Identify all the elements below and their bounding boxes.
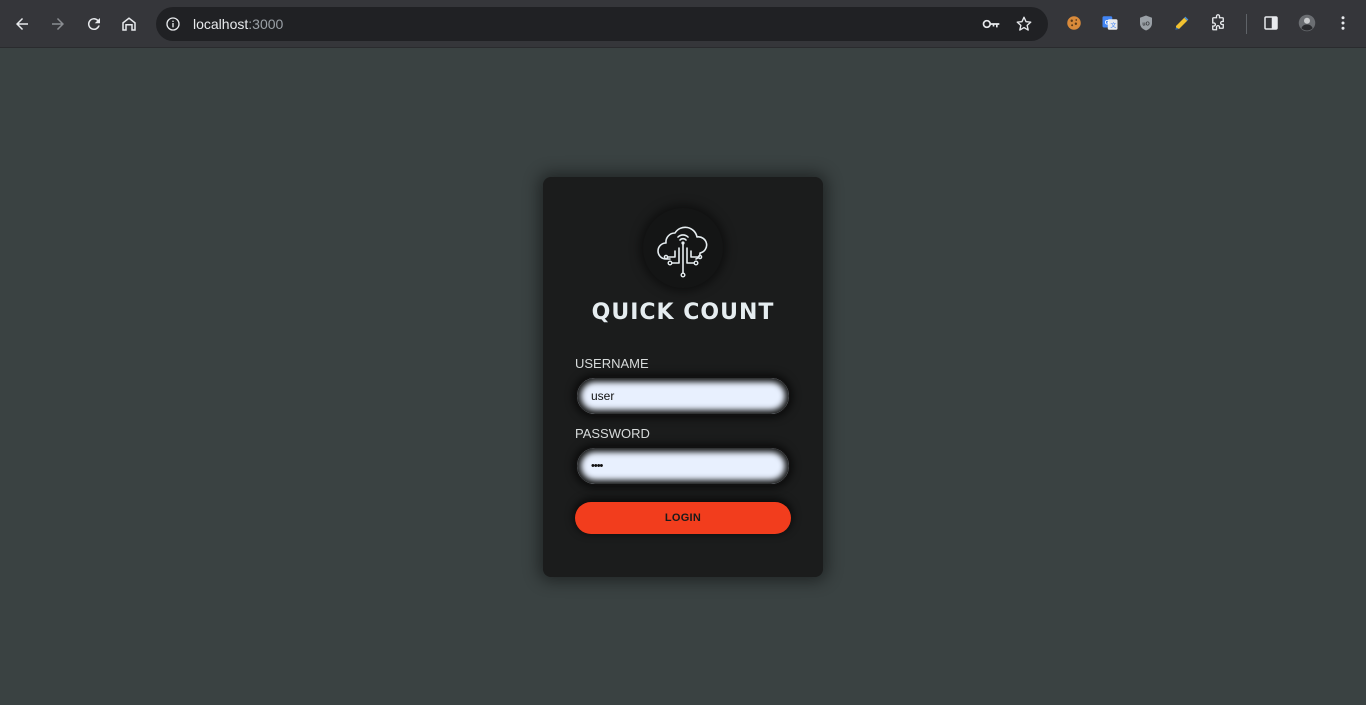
extension-cookie[interactable] [1063,12,1085,34]
password-input[interactable]: •••• [575,446,791,486]
app-title: QUICK COUNT [591,300,775,325]
arrow-right-icon [52,18,64,30]
home-button[interactable] [113,8,145,40]
username-value: user [591,389,615,403]
translate-icon: G文 [1102,16,1118,30]
browser-toolbar: localhost:3000 G文 uO [0,0,1366,48]
arrow-left-icon [16,18,28,30]
side-panel-icon [1264,16,1278,30]
star-icon [1016,16,1032,31]
login-card: QUICK COUNT USERNAME user PASSWORD •••• … [543,177,823,577]
username-label: USERNAME [575,356,649,371]
home-icon [122,17,136,31]
password-manager-button[interactable] [980,14,1002,34]
svg-text:G: G [1105,21,1110,27]
url-text[interactable]: localhost:3000 [193,16,283,32]
address-bar[interactable]: localhost:3000 [156,7,1048,41]
ublock-icon: uO [1140,15,1152,31]
side-panel-button[interactable] [1260,12,1282,34]
extensions-button[interactable] [1207,12,1229,34]
bookmark-button[interactable] [1013,14,1035,34]
profile-button[interactable] [1296,12,1318,34]
url-port: :3000 [248,16,284,32]
forward-button[interactable] [42,8,74,40]
key-icon [982,19,1000,29]
url-host: localhost [193,16,249,32]
toolbar-divider [1246,14,1247,34]
highlighter-icon [1175,16,1189,30]
login-button[interactable]: LOGIN [575,502,791,534]
password-label: PASSWORD [575,426,650,441]
reload-icon [87,18,100,31]
kebab-menu-icon [1341,16,1345,30]
avatar [1298,14,1316,32]
password-value: •••• [591,460,603,472]
chrome-menu-button[interactable] [1332,12,1354,34]
extension-ublock[interactable]: uO [1135,12,1157,34]
site-info-button[interactable] [164,15,182,33]
cloud-circuit-logo [643,208,723,288]
extension-highlighter[interactable] [1171,12,1193,34]
cloud-circuit-icon [657,226,708,278]
puzzle-icon [1212,14,1224,31]
back-button[interactable] [6,8,38,40]
username-input[interactable]: user [575,376,791,416]
cookie-icon [1067,16,1081,30]
reload-button[interactable] [78,8,110,40]
info-icon [166,17,180,31]
extension-translate[interactable]: G文 [1099,12,1121,34]
svg-text:uO: uO [1142,21,1149,27]
